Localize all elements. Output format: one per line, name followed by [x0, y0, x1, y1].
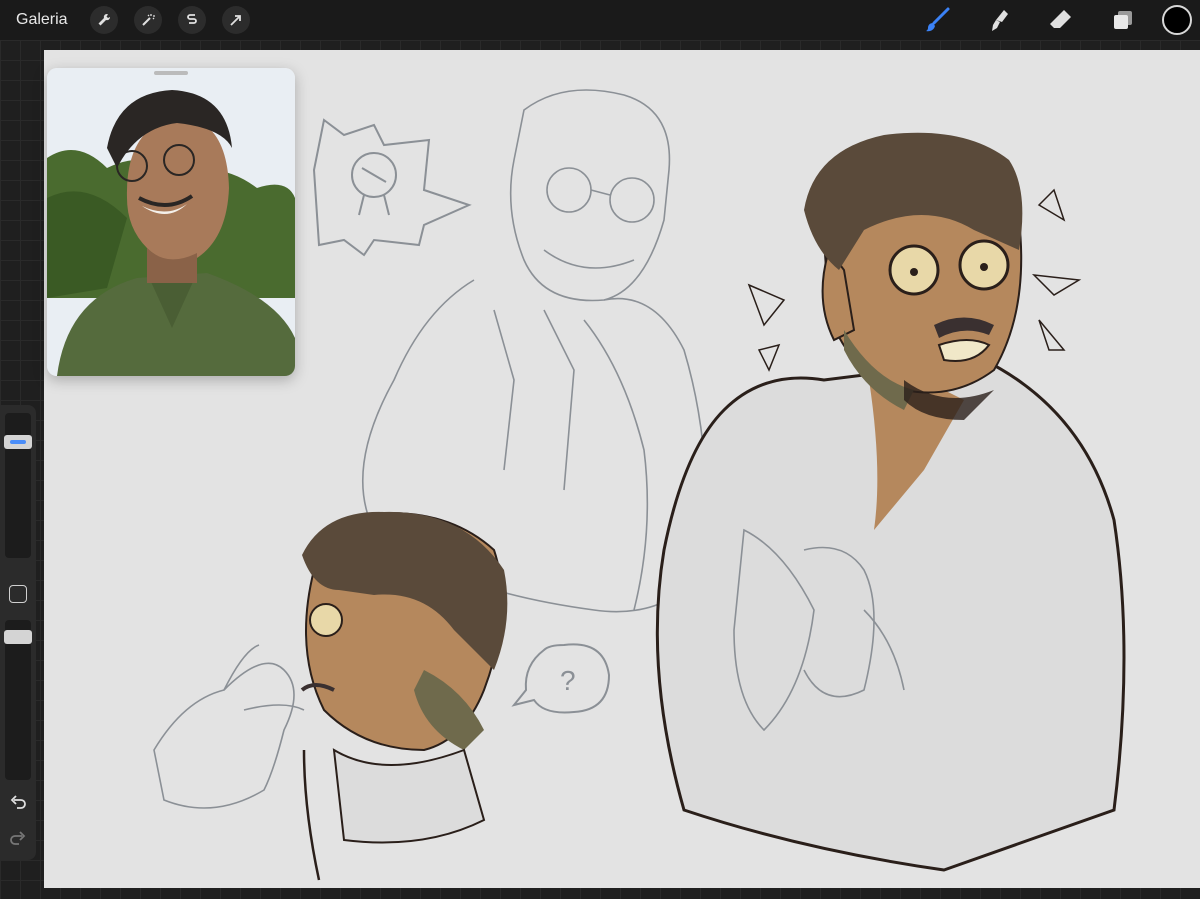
brush-button[interactable]: [917, 0, 957, 40]
wrench-icon: [98, 13, 110, 26]
sketch-question-bubble: ?: [511, 643, 611, 714]
right-toolbar: [906, 0, 1200, 40]
brush-icon: [926, 7, 950, 32]
selection-button[interactable]: [177, 6, 206, 34]
smudge-button[interactable]: [979, 0, 1019, 40]
transform-button[interactable]: [221, 6, 250, 34]
colored-figure-right: [655, 132, 1126, 872]
top-toolbar: Galeria: [0, 0, 1200, 40]
smudge-icon: [992, 10, 1008, 31]
reference-photo: [47, 68, 295, 376]
actions-button[interactable]: [89, 6, 118, 34]
transform-arrow-icon: [229, 15, 241, 26]
layers-button[interactable]: [1103, 0, 1143, 40]
color-picker-button[interactable]: [1162, 5, 1192, 35]
reference-window[interactable]: [47, 68, 295, 376]
gallery-button[interactable]: Galeria: [16, 11, 68, 29]
adjustments-button[interactable]: [133, 6, 162, 34]
opacity-slider[interactable]: [4, 620, 32, 780]
undo-icon[interactable]: [9, 793, 27, 811]
sketch-hand-left: [153, 644, 305, 809]
brush-sidebar: [0, 405, 36, 860]
sketch-speech-bubble-badge: [312, 118, 472, 257]
eraser-icon: [1050, 10, 1071, 28]
brush-size-knob[interactable]: [4, 435, 32, 449]
magic-wand-icon: [141, 14, 155, 26]
reference-drag-handle[interactable]: [154, 71, 188, 75]
selection-s-icon: [186, 14, 197, 24]
colored-head-bottom: [300, 511, 508, 881]
redo-icon[interactable]: [9, 829, 27, 847]
opacity-knob[interactable]: [4, 630, 32, 644]
modify-square-button[interactable]: [9, 585, 27, 603]
brush-size-slider[interactable]: [4, 413, 32, 558]
layers-icon: [1114, 11, 1132, 29]
eraser-button[interactable]: [1041, 0, 1081, 40]
question-mark-icon: ?: [560, 665, 576, 696]
